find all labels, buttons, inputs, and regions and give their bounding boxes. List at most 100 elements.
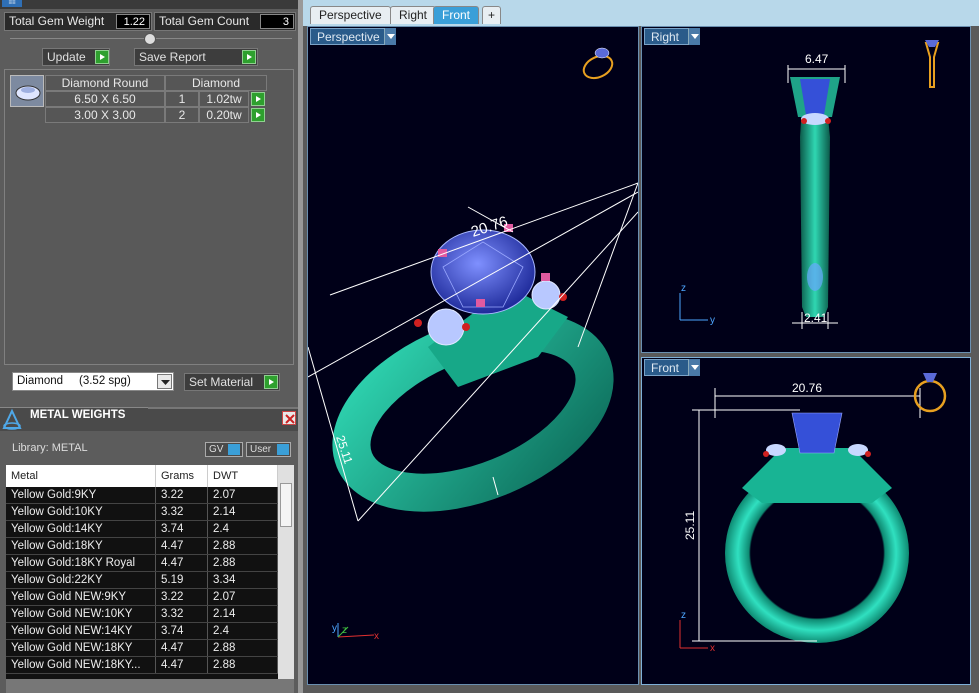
grams-cell: 4.47 <box>156 657 208 673</box>
metal-name-cell: Yellow Gold:18KY <box>6 538 156 554</box>
perspective-viewport[interactable]: 20.76 25.11 y z x Perspective <box>307 26 639 685</box>
chevron-down-icon[interactable] <box>688 28 700 45</box>
svg-text:y: y <box>332 623 337 634</box>
menu-icon[interactable]: ≡≡ <box>2 0 22 7</box>
close-icon[interactable] <box>282 411 296 425</box>
set-material-go-icon[interactable] <box>264 375 278 389</box>
chevron-down-icon[interactable] <box>384 28 396 45</box>
metal-weights-title: METAL WEIGHTS <box>30 409 126 421</box>
metal-name-cell: Yellow Gold:18KY Royal <box>6 555 156 571</box>
table-row[interactable]: Yellow Gold NEW:10KY 3.32 2.14 <box>6 606 278 623</box>
grams-cell: 3.74 <box>156 521 208 537</box>
save-report-label: Save Report <box>139 50 206 64</box>
svg-text:z: z <box>681 610 686 621</box>
dimension-label-height: 25.11 <box>683 511 697 540</box>
table-row[interactable]: Yellow Gold:14KY 3.74 2.4 <box>6 521 278 538</box>
metal-table: Metal Grams DWT Yellow Gold:9KY 3.22 2.07 Y… <box>6 465 294 679</box>
table-row[interactable]: Yellow Gold NEW:14KY 3.74 2.4 <box>6 623 278 640</box>
right-view-label[interactable]: Right <box>644 28 690 45</box>
front-view-label[interactable]: Front <box>644 359 690 376</box>
ring-orientation-icon[interactable] <box>580 47 616 82</box>
metal-name-cell: Yellow Gold NEW:14KY <box>6 623 156 639</box>
column-header-dwt[interactable]: DWT <box>208 465 278 487</box>
total-gem-weight-value: 1.22 <box>116 14 150 29</box>
dwt-cell: 2.88 <box>208 555 278 571</box>
tab-right[interactable]: Right <box>390 6 437 24</box>
gv-label: GV <box>209 444 224 455</box>
dwt-cell: 2.14 <box>208 606 278 622</box>
add-tab-button[interactable]: + <box>482 6 502 24</box>
update-go-icon[interactable] <box>95 50 109 64</box>
dwt-cell: 2.4 <box>208 623 278 639</box>
grams-cell: 3.22 <box>156 589 208 605</box>
table-row[interactable]: Yellow Gold:22KY 5.19 3.34 <box>6 572 278 589</box>
center-stone <box>791 412 843 454</box>
table-row[interactable]: Yellow Gold NEW:9KY 3.22 2.07 <box>6 589 278 606</box>
gem-panel: ≡≡ Total Gem Weight 1.22 Total Gem Count… <box>0 0 300 693</box>
splitter[interactable] <box>298 0 303 693</box>
grams-cell: 4.47 <box>156 538 208 554</box>
table-row[interactable]: Yellow Gold NEW:18KY 4.47 2.88 <box>6 640 278 657</box>
svg-text:x: x <box>374 631 379 642</box>
gem-shape-header: Diamond Round <box>45 75 165 91</box>
perspective-view-label[interactable]: Perspective <box>310 28 386 45</box>
dimension-label-top: 6.47 <box>805 52 829 66</box>
tab-perspective[interactable]: Perspective <box>310 6 391 24</box>
front-viewport[interactable]: 20.76 25.11 z x Front <box>641 357 971 685</box>
grams-cell: 3.32 <box>156 606 208 622</box>
library-label: Library: METAL <box>12 442 88 454</box>
dwt-cell: 2.4 <box>208 521 278 537</box>
column-header-grams[interactable]: Grams <box>156 465 208 487</box>
gem-count: 1 <box>165 91 199 107</box>
right-viewport[interactable]: 6.47 2.41 z y Right <box>641 26 971 353</box>
info-icon <box>277 444 289 455</box>
gem-row-go-icon[interactable] <box>251 92 265 106</box>
perspective-render: 20.76 25.11 y z x <box>308 47 638 642</box>
dwt-cell: 2.14 <box>208 504 278 520</box>
prong <box>476 299 485 307</box>
material-select[interactable]: Diamond (3.52 spg) <box>12 372 174 391</box>
axis-triad: y z x <box>332 623 379 642</box>
chevron-down-icon[interactable] <box>688 359 700 376</box>
ring-orientation-icon[interactable] <box>924 40 940 88</box>
axis-triad: z x <box>679 610 715 654</box>
dwt-cell: 2.88 <box>208 640 278 656</box>
grams-cell: 3.32 <box>156 504 208 520</box>
save-report-go-icon[interactable] <box>242 50 256 64</box>
table-row[interactable]: Yellow Gold:18KY Royal 4.47 2.88 <box>6 555 278 572</box>
table-row[interactable]: Yellow Gold NEW:18KY... 4.47 2.88 <box>6 657 278 674</box>
metal-name-cell: Yellow Gold NEW:9KY <box>6 589 156 605</box>
svg-text:z: z <box>681 283 686 294</box>
dwt-cell: 2.88 <box>208 657 278 673</box>
side-stone <box>848 444 868 456</box>
dimension-label-bottom: 2.41 <box>804 311 828 325</box>
save-report-button[interactable]: Save Report <box>134 48 258 66</box>
gem-weight: 1.02tw <box>199 91 249 107</box>
collapse-handle[interactable] <box>144 33 156 45</box>
column-header-metal[interactable]: Metal <box>6 465 156 487</box>
grams-cell: 4.47 <box>156 640 208 656</box>
table-row[interactable]: Yellow Gold:9KY 3.22 2.07 <box>6 487 278 504</box>
chevron-down-icon[interactable] <box>157 374 172 389</box>
gem-thumbnail[interactable] <box>10 75 44 107</box>
diamond-round-icon <box>15 85 41 101</box>
dwt-cell: 2.88 <box>208 538 278 554</box>
svg-text:z: z <box>342 625 347 636</box>
table-row[interactable]: Yellow Gold:10KY 3.32 2.14 <box>6 504 278 521</box>
dwt-cell: 2.07 <box>208 487 278 503</box>
material-select-value: Diamond (3.52 spg) <box>17 375 131 387</box>
horizontal-scrollbar[interactable] <box>6 679 294 693</box>
total-gem-count-value: 3 <box>260 14 294 29</box>
metal-name-cell: Yellow Gold NEW:10KY <box>6 606 156 622</box>
gem-row-go-icon[interactable] <box>251 108 265 122</box>
grams-cell: 3.74 <box>156 623 208 639</box>
side-stone <box>427 308 465 346</box>
divider <box>148 407 298 409</box>
table-row[interactable]: Yellow Gold:18KY 4.47 2.88 <box>6 538 278 555</box>
metal-name-cell: Yellow Gold:9KY <box>6 487 156 503</box>
right-render: 6.47 2.41 z y <box>679 40 940 329</box>
scrollbar-thumb[interactable] <box>280 483 292 527</box>
prong <box>541 273 550 281</box>
axis-triad: z y <box>679 283 715 326</box>
tab-front[interactable]: Front <box>433 6 480 24</box>
